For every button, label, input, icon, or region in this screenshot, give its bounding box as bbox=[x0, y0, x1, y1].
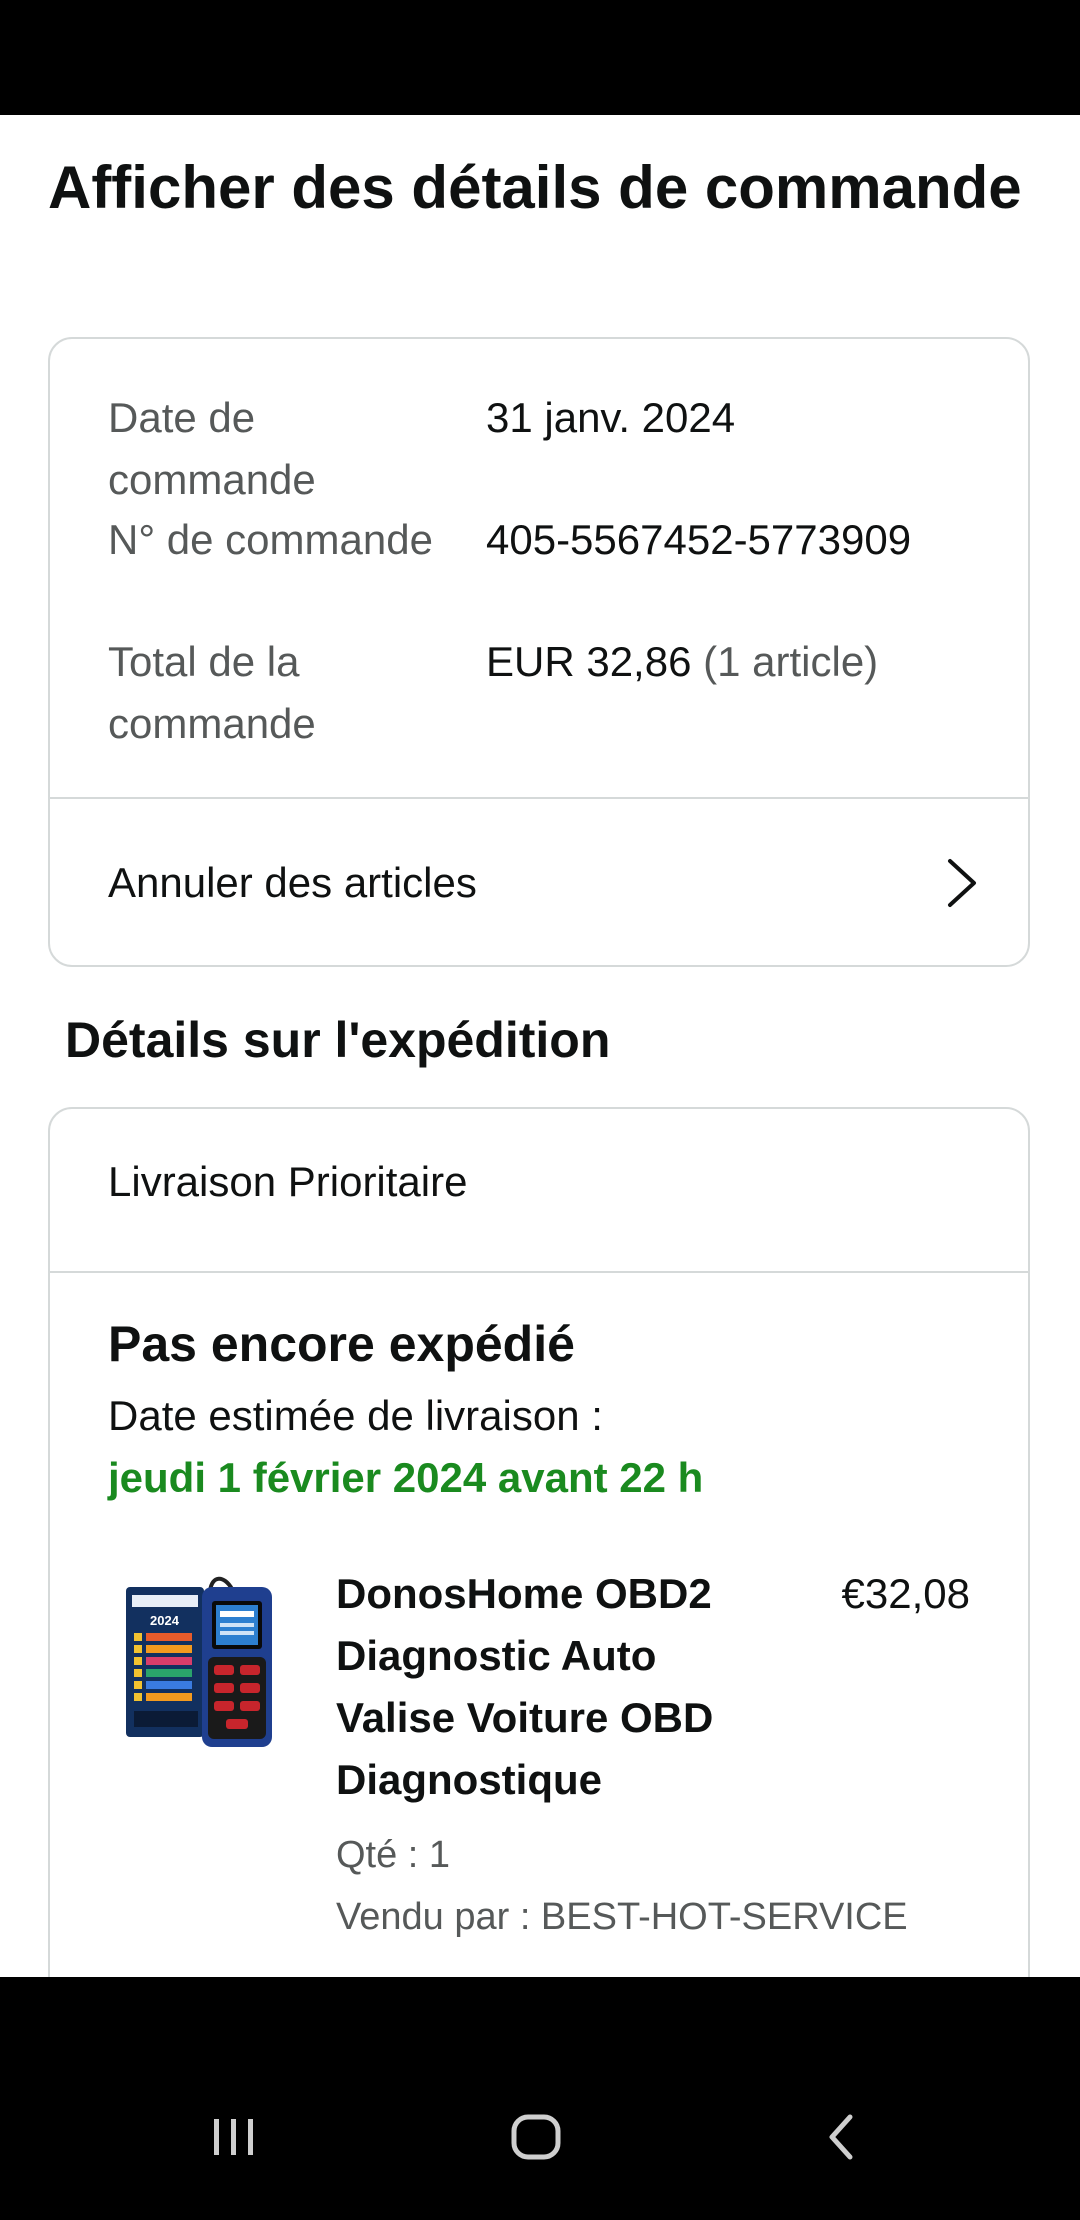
order-details-screen: Afficher des détails de commande Date de… bbox=[0, 115, 1080, 1977]
order-total-amount: EUR 32,86 bbox=[486, 638, 692, 685]
product-quantity: Qté : 1 bbox=[336, 1834, 451, 1876]
shipment-card: Livraison Prioritaire Pas encore expédié… bbox=[48, 1107, 1030, 1977]
order-date-value: 31 janv. 2024 bbox=[486, 394, 736, 441]
product-title[interactable]: DonosHome OBD2 Diagnostic Auto Valise Vo… bbox=[336, 1563, 786, 1811]
divider bbox=[50, 1271, 1028, 1273]
system-navigation-bar bbox=[0, 1977, 1080, 2220]
order-total-value: EUR 32,86 (1 article) bbox=[486, 631, 956, 693]
shipment-section-title: Détails sur l'expédition bbox=[65, 1012, 611, 1068]
delivery-estimate-label: Date estimée de livraison : bbox=[108, 1392, 603, 1439]
product-price: €32,08 bbox=[841, 1570, 970, 1617]
box-year-label: 2024 bbox=[150, 1613, 180, 1628]
home-icon[interactable] bbox=[496, 2097, 576, 2177]
product-image[interactable]: 2024 bbox=[120, 1571, 276, 1751]
order-date-label: Date de commande bbox=[108, 394, 316, 503]
back-icon[interactable] bbox=[800, 2097, 880, 2177]
shipping-method: Livraison Prioritaire bbox=[108, 1158, 468, 1205]
page-title: Afficher des détails de commande bbox=[48, 154, 1022, 221]
order-total-label: Total de la commande bbox=[108, 638, 316, 747]
order-number-value: 405-5567452-5773909 bbox=[486, 516, 912, 563]
product-seller: Vendu par : BEST-HOT-SERVICE bbox=[336, 1896, 908, 1938]
order-item-count: (1 article) bbox=[703, 638, 879, 685]
order-number-label: N° de commande bbox=[108, 516, 433, 563]
recents-icon[interactable] bbox=[194, 2097, 274, 2177]
shipment-status: Pas encore expédié bbox=[108, 1316, 575, 1372]
status-bar bbox=[0, 0, 1080, 115]
delivery-estimate-date: jeudi 1 février 2024 avant 22 h bbox=[108, 1454, 704, 1501]
cancel-items-button[interactable]: Annuler des articles bbox=[50, 799, 1028, 967]
order-summary-card: Date de commande 31 janv. 2024 N° de com… bbox=[48, 337, 1030, 967]
chevron-right-icon bbox=[948, 859, 976, 907]
cancel-items-label: Annuler des articles bbox=[108, 859, 477, 906]
